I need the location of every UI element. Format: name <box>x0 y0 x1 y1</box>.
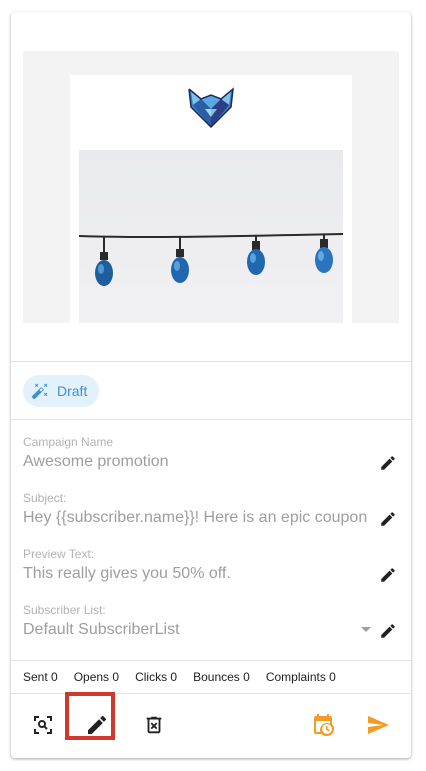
stat-clicks: Clicks 0 <box>135 670 178 684</box>
field-value: Hey {{subscriber.name}}! Here is an epic… <box>23 509 368 526</box>
send-icon <box>368 716 389 734</box>
edit-campaign-name-button[interactable] <box>377 452 399 474</box>
divider <box>11 660 411 661</box>
dropdown-arrow-icon[interactable] <box>361 627 371 632</box>
pencil-icon <box>381 624 395 638</box>
calendar-clock-icon <box>314 714 335 737</box>
fox-logo-icon <box>188 87 234 129</box>
status-badge: Draft <box>23 375 100 407</box>
edit-subject-button[interactable] <box>377 508 399 530</box>
stat-complaints: Complaints 0 <box>265 670 336 684</box>
field-value: This really gives you 50% off. <box>23 565 231 582</box>
divider <box>11 419 411 420</box>
field-label: Campaign Name <box>23 435 114 449</box>
edit-preview-text-button[interactable] <box>377 564 399 586</box>
status-label: Draft <box>57 383 88 399</box>
preview-text-field: Preview Text: This really gives you 50% … <box>23 546 399 583</box>
email-body <box>70 75 352 323</box>
magnify-icon <box>34 716 52 734</box>
field-value: Default SubscriberList <box>23 621 180 638</box>
field-label: Subject: <box>23 491 67 505</box>
magic-wand-icon <box>31 383 48 400</box>
stat-opens: Opens 0 <box>73 670 120 684</box>
stat-bounces: Bounces 0 <box>193 670 250 684</box>
campaign-name-field: Campaign Name Awesome promotion <box>23 434 399 471</box>
delete-button[interactable] <box>130 701 178 749</box>
field-label: Preview Text: <box>23 547 95 561</box>
pencil-icon <box>381 568 395 582</box>
email-preview[interactable] <box>23 51 399 323</box>
stat-sent: Sent 0 <box>23 670 58 684</box>
field-label: Subscriber List: <box>23 603 106 617</box>
campaign-card: Draft Campaign Name Awesome promotion Su… <box>11 12 411 758</box>
preview-button[interactable] <box>19 701 67 749</box>
field-value: Awesome promotion <box>23 453 169 470</box>
divider <box>11 361 411 362</box>
edit-subscriber-list-button[interactable] <box>377 620 399 642</box>
pencil-icon <box>381 512 395 526</box>
trash-icon <box>146 716 162 734</box>
pencil-icon <box>381 456 395 470</box>
lightbulbs-photo <box>78 150 344 323</box>
campaign-stats: Sent 0 Opens 0 Clicks 0 Bounces 0 Compla… <box>23 670 352 684</box>
send-button[interactable] <box>354 701 402 749</box>
schedule-button[interactable] <box>299 701 347 749</box>
highlight-box <box>65 692 115 740</box>
subject-field: Subject: Hey {{subscriber.name}}! Here i… <box>23 490 399 527</box>
subscriber-list-field[interactable]: Subscriber List: Default SubscriberList <box>23 602 399 639</box>
